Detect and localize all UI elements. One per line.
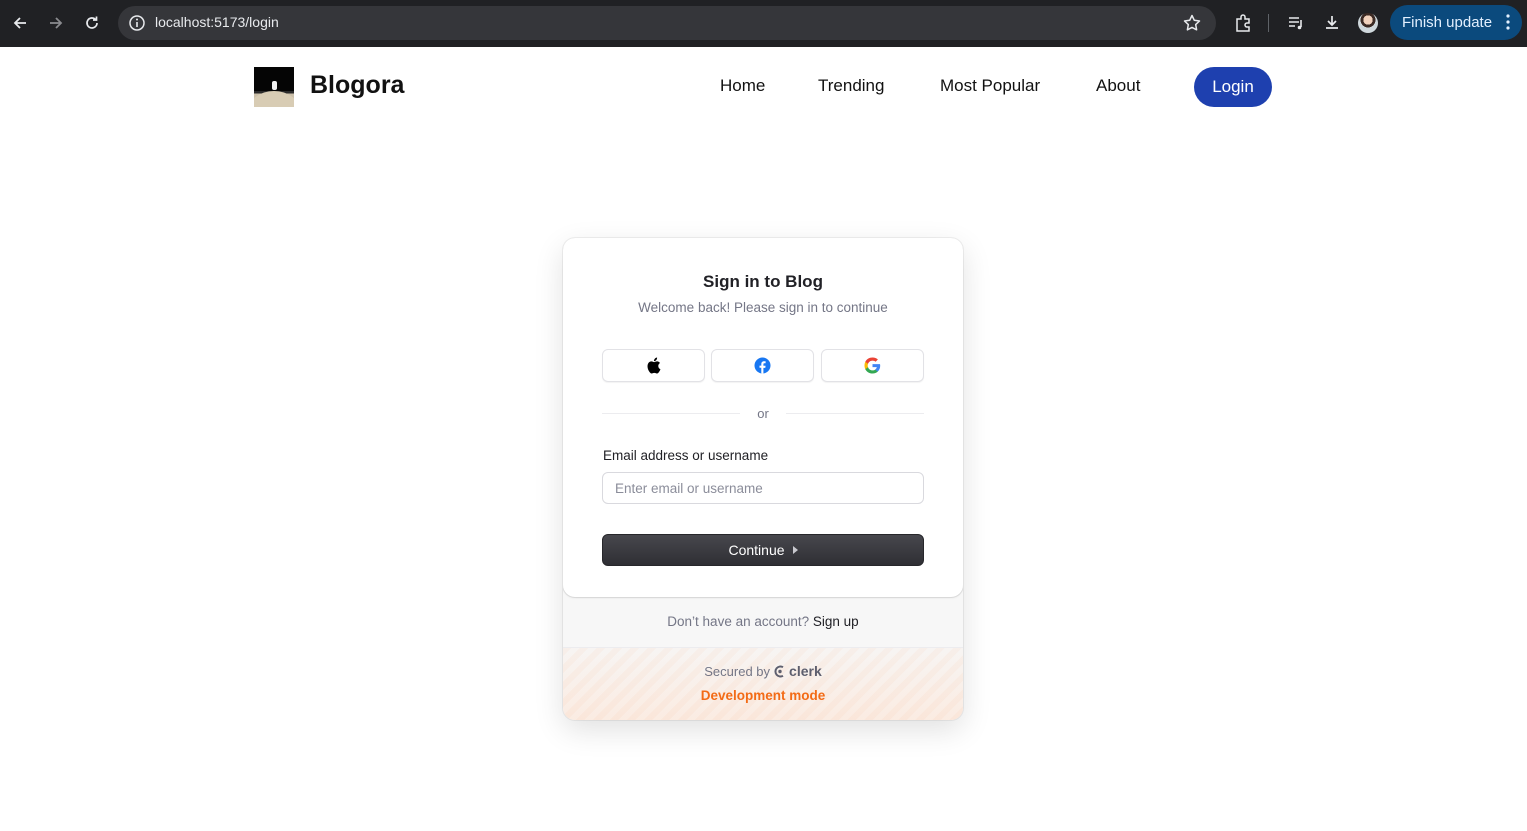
secured-by-row: Secured by clerk: [563, 663, 963, 679]
finish-update-label: Finish update: [1402, 14, 1493, 31]
media-icon[interactable]: [1284, 11, 1308, 35]
reload-icon[interactable]: [80, 11, 104, 35]
nav-about[interactable]: About: [1096, 76, 1140, 96]
nav-trending[interactable]: Trending: [818, 76, 884, 96]
signin-card: Sign in to Blog Welcome back! Please sig…: [563, 238, 963, 720]
caret-right-icon: [792, 546, 798, 554]
signup-row: Don’t have an account? Sign up: [563, 614, 963, 629]
divider-right: [786, 413, 924, 414]
url-text: localhost:5173/login: [155, 14, 279, 30]
card-footer: Secured by clerk Development mode: [563, 648, 963, 720]
signin-title: Sign in to Blog: [703, 272, 823, 291]
brand-name[interactable]: Blogora: [310, 71, 404, 100]
menu-dots-icon: [1506, 14, 1510, 30]
continue-button[interactable]: Continue: [602, 534, 924, 566]
clerk-logo-icon: [774, 665, 784, 677]
google-signin-button[interactable]: [821, 349, 924, 382]
login-button[interactable]: Login: [1194, 67, 1272, 107]
profile-avatar[interactable]: [1358, 13, 1378, 33]
extensions-icon[interactable]: [1231, 11, 1255, 35]
apple-signin-button[interactable]: [602, 349, 705, 382]
facebook-icon: [754, 357, 771, 374]
moon-image: [254, 91, 294, 107]
signup-prompt: Don’t have an account?: [667, 614, 810, 629]
continue-label: Continue: [728, 542, 785, 558]
development-mode-badge: Development mode: [700, 688, 826, 703]
secured-by-text: Secured by: [704, 663, 771, 679]
toolbar-separator: [1268, 14, 1269, 32]
email-input[interactable]: [602, 472, 924, 504]
site-logo[interactable]: [254, 67, 294, 107]
clerk-brand[interactable]: clerk: [789, 663, 822, 679]
download-icon[interactable]: [1320, 11, 1344, 35]
google-icon: [864, 357, 881, 374]
nav-home[interactable]: Home: [720, 76, 765, 96]
back-icon[interactable]: [8, 11, 32, 35]
star-icon[interactable]: [1182, 13, 1202, 33]
address-bar[interactable]: localhost:5173/login: [118, 6, 1216, 40]
astronaut-image: [272, 81, 277, 90]
nav-most-popular[interactable]: Most Popular: [940, 76, 1040, 96]
facebook-signin-button[interactable]: [711, 349, 814, 382]
info-icon[interactable]: [128, 14, 146, 32]
apple-icon: [647, 357, 661, 374]
finish-update-button[interactable]: Finish update: [1390, 5, 1522, 40]
signin-subtitle: Welcome back! Please sign in to continue: [638, 300, 888, 315]
email-label: Email address or username: [603, 448, 769, 463]
signin-card-body: Sign in to Blog Welcome back! Please sig…: [563, 238, 963, 597]
signup-link[interactable]: Sign up: [813, 614, 859, 629]
browser-toolbar: localhost:5173/login Finish update: [0, 0, 1527, 47]
forward-icon[interactable]: [44, 11, 68, 35]
